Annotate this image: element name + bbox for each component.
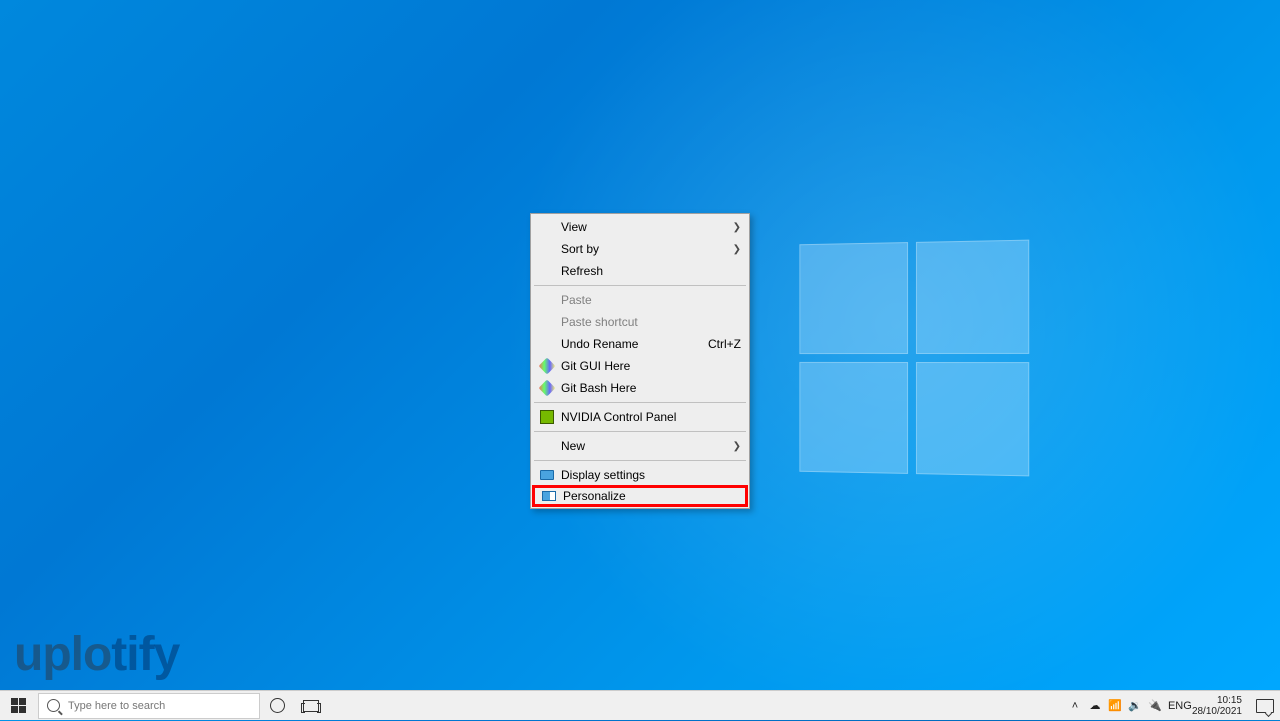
menu-item-paste: Paste [533,289,747,311]
menu-item-nvidia[interactable]: NVIDIA Control Panel [533,406,747,428]
menu-item-display-settings[interactable]: Display settings [533,464,747,486]
menu-item-new[interactable]: New ❯ [533,435,747,457]
tray-language-indicator[interactable]: ENG [1168,700,1182,712]
chevron-right-icon: ❯ [731,244,741,255]
tray-chevron-up-icon[interactable]: ˄ [1068,700,1082,712]
action-center-icon[interactable] [1256,699,1274,713]
tray-network-icon[interactable]: 📶 [1108,699,1122,712]
menu-separator [534,285,746,286]
menu-separator [534,402,746,403]
blank-icon [537,263,557,279]
menu-label: Undo Rename [561,337,708,351]
menu-item-undo-rename[interactable]: Undo Rename Ctrl+Z [533,333,747,355]
menu-item-paste-shortcut: Paste shortcut [533,311,747,333]
menu-item-git-bash[interactable]: Git Bash Here [533,377,747,399]
git-bash-icon [537,380,557,396]
blank-icon [537,314,557,330]
git-gui-icon [537,358,557,374]
menu-label: Sort by [561,242,731,256]
personalize-icon [539,488,559,504]
tray-onedrive-icon[interactable]: ☁ [1088,699,1102,712]
blank-icon [537,241,557,257]
menu-label: Git Bash Here [561,381,741,395]
desktop-context-menu: View ❯ Sort by ❯ Refresh Paste Paste sho… [530,213,750,509]
menu-separator [534,460,746,461]
menu-item-git-gui[interactable]: Git GUI Here [533,355,747,377]
blank-icon [537,336,557,352]
taskbar: Type here to search ˄ ☁ 📶 🔉 🔌 ENG 10:15 … [0,690,1280,720]
tray-battery-icon[interactable]: 🔌 [1148,699,1162,712]
chevron-right-icon: ❯ [731,441,741,452]
blank-icon [537,438,557,454]
task-view-icon [303,700,319,712]
windows-logo-wallpaper [799,240,1029,477]
menu-item-view[interactable]: View ❯ [533,216,747,238]
display-settings-icon [537,467,557,483]
menu-label: Display settings [561,468,741,482]
menu-label: Personalize [563,489,739,503]
system-tray: ˄ ☁ 📶 🔉 🔌 ENG 10:15 28/10/2021 [1068,691,1280,720]
menu-label: Git GUI Here [561,359,741,373]
cortana-button[interactable] [260,691,294,721]
menu-label: Paste shortcut [561,315,741,329]
menu-label: NVIDIA Control Panel [561,410,741,424]
taskbar-clock[interactable]: 10:15 28/10/2021 [1188,695,1246,717]
menu-item-personalize[interactable]: Personalize [532,485,748,507]
clock-date: 28/10/2021 [1192,706,1242,717]
search-placeholder: Type here to search [68,700,165,712]
menu-item-refresh[interactable]: Refresh [533,260,747,282]
windows-start-icon [11,698,26,713]
watermark-text: uplotify [14,627,179,682]
menu-item-sort-by[interactable]: Sort by ❯ [533,238,747,260]
nvidia-icon [537,409,557,425]
menu-label: Refresh [561,264,741,278]
blank-icon [537,292,557,308]
start-button[interactable] [0,691,36,721]
menu-separator [534,431,746,432]
blank-icon [537,219,557,235]
cortana-circle-icon [270,698,285,713]
taskbar-search-box[interactable]: Type here to search [38,693,260,719]
menu-label: Paste [561,293,741,307]
task-view-button[interactable] [294,691,328,721]
menu-label: View [561,220,731,234]
tray-volume-icon[interactable]: 🔉 [1128,699,1142,712]
clock-time: 10:15 [1192,695,1242,706]
search-icon [47,699,60,712]
menu-label: New [561,439,731,453]
menu-shortcut: Ctrl+Z [708,337,741,351]
chevron-right-icon: ❯ [731,222,741,233]
